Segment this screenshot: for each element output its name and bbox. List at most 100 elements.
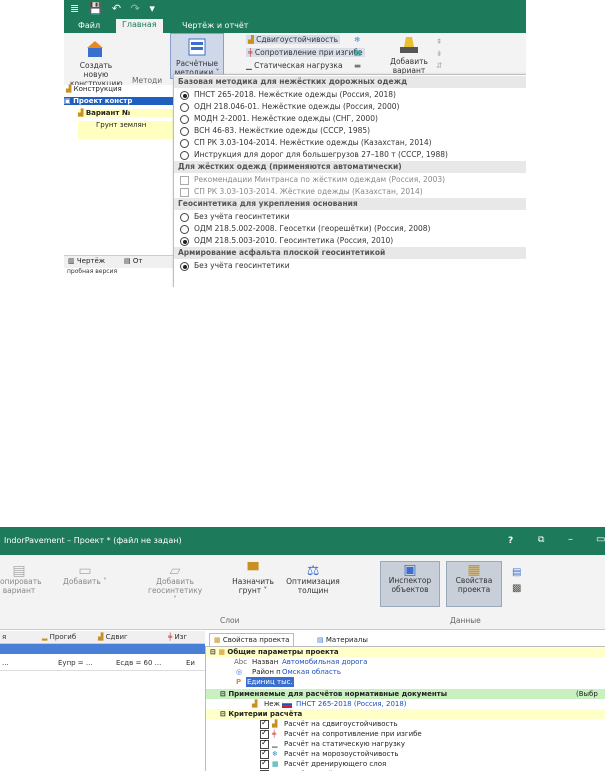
- menu-item[interactable]: ОДН 218.046-01. Нежёсткие одежды (Россия…: [174, 101, 526, 113]
- add-geosynthetic-button[interactable]: ▱ Добавить геосинтетику ˅: [148, 564, 202, 604]
- object-inspector-button[interactable]: ▣ Инспектор объектов: [380, 561, 440, 607]
- radio-button[interactable]: [180, 103, 189, 112]
- general-params-row[interactable]: ⊟ ▦ Общие параметры проекта: [206, 647, 605, 657]
- results-grid-row[interactable]: ... Eупр = ... Eсдв = 60 ... Еи: [0, 656, 205, 671]
- tab-materials[interactable]: ▤ Материалы: [317, 634, 368, 646]
- criteria-label: Расчёт на морозоустойчивость: [284, 750, 399, 758]
- units-label: Единиц: [246, 677, 276, 687]
- col-header-deflection: ▂ Прогиб: [42, 633, 76, 641]
- print-icon[interactable]: ▩: [512, 583, 521, 594]
- applied-norms-row[interactable]: ⊟ Применяемые для расчётов нормативные д…: [206, 689, 605, 699]
- shear-check-button[interactable]: ▟ Сдвигоустойчивость: [246, 35, 341, 44]
- radio-button[interactable]: [180, 213, 189, 222]
- app-icon[interactable]: ≣: [70, 2, 79, 15]
- select-norms-button[interactable]: (Выбр: [576, 689, 598, 699]
- project-props-button[interactable]: ▦ Свойства проекта: [446, 561, 502, 607]
- tab-project-props[interactable]: ▦ Свойства проекта: [209, 633, 295, 646]
- menu-item[interactable]: ПНСТ 265-2018. Нежёсткие одежды (Россия,…: [174, 89, 526, 101]
- undo-icon[interactable]: ↶: [112, 2, 121, 15]
- region-row[interactable]: ◎ Район п Омская область: [206, 667, 605, 677]
- menu-item[interactable]: Без учёта геосинтетики: [174, 260, 526, 272]
- assign-soil-button[interactable]: ▀ Назначить грунт ˅: [228, 564, 278, 595]
- radio-button[interactable]: [180, 225, 189, 234]
- selected-grid-row[interactable]: [0, 644, 205, 654]
- radio-button[interactable]: [180, 139, 189, 148]
- menu-item-label: СП РК 3.03-103-2014. Жёсткие одежды (Каз…: [194, 187, 423, 196]
- menu-item-label: Без учёта геосинтетики: [194, 261, 290, 270]
- tree-construction[interactable]: ▟ Конструкция: [66, 85, 122, 93]
- static-load-icon: ▁: [246, 61, 252, 70]
- layer-copy-icon[interactable]: ⇟: [436, 49, 442, 58]
- minimize-button[interactable]: –: [568, 534, 573, 545]
- drainage-icon[interactable]: ▦: [354, 48, 361, 57]
- name-value[interactable]: Автомобильная дорога: [282, 657, 367, 667]
- construction-icon: ▟: [66, 85, 72, 93]
- layer-up-icon[interactable]: ⇞: [436, 37, 442, 46]
- bending-check-button[interactable]: ╪ Сопротивление при изгибе: [246, 48, 365, 57]
- radio-button[interactable]: [180, 151, 189, 160]
- units-row[interactable]: P Единиц тыс.: [206, 677, 605, 687]
- criteria-item[interactable]: ▦ Расчёт дренирующего слоя: [206, 758, 605, 769]
- props-tab-icon: ▦: [214, 636, 221, 644]
- customize-icon[interactable]: ▾: [149, 2, 155, 15]
- tree-project[interactable]: ▣ Проект констр: [64, 97, 174, 105]
- optimize-thickness-label: Оптимизация толщин: [286, 577, 340, 595]
- radio-button[interactable]: [180, 127, 189, 136]
- tree-variant-label: Вариант №: [85, 109, 131, 117]
- variant-icon: [400, 37, 418, 53]
- menu-item-label: Без учёта геосинтетики: [194, 212, 290, 221]
- methods-icon: [188, 38, 206, 56]
- tab-home[interactable]: Главная: [116, 19, 163, 34]
- add-layer-button[interactable]: ▭ Добавить ˅: [62, 564, 108, 586]
- criteria-label: Расчёт на сдвигоустойчивость: [284, 720, 398, 728]
- tree-variant[interactable]: ▟ Вариант №: [78, 109, 174, 117]
- bottom-window: IndorPavement – Проект * (файл не задан)…: [0, 527, 605, 771]
- menu-item-label: ОДН 218.046-01. Нежёсткие одежды (Россия…: [194, 102, 400, 111]
- menu-item[interactable]: Инструкция для дорог для большегрузов 27…: [174, 149, 526, 161]
- rut-icon[interactable]: ▬: [354, 61, 361, 70]
- methods-dropdown: Базовая методика для нежёстких дорожных …: [173, 74, 526, 287]
- tab-drawing[interactable]: ▥ Чертёж: [68, 257, 105, 265]
- collapse-icon[interactable]: ⊟: [206, 710, 226, 718]
- static-load-button[interactable]: ▁ Статическая нагрузка: [246, 61, 343, 70]
- maximize-button[interactable]: ▭: [596, 534, 605, 545]
- collapse-icon[interactable]: ⊟: [206, 648, 216, 656]
- redo-icon[interactable]: ↷: [131, 2, 140, 15]
- radio-button[interactable]: [180, 237, 189, 246]
- calc-methods-button[interactable]: Расчётные методики ˅: [170, 33, 224, 79]
- criteria-checkbox[interactable]: [260, 758, 269, 769]
- radio-button[interactable]: [180, 91, 189, 100]
- menu-item-label: Инструкция для дорог для большегрузов 27…: [194, 150, 448, 159]
- norm-value[interactable]: ПНСТ 265-2018 (Россия, 2018): [296, 699, 407, 709]
- save-icon[interactable]: 💾: [89, 2, 103, 15]
- optimize-thickness-button[interactable]: ⚖ Оптимизация толщин: [284, 564, 342, 595]
- tab-drawing-report[interactable]: Чертёж и отчёт: [182, 21, 248, 30]
- menu-item[interactable]: ОДМ 218.5.002-2008. Геосетки (георешётки…: [174, 223, 526, 235]
- tab-report[interactable]: ▤ От: [124, 257, 142, 265]
- menu-item[interactable]: МОДН 2-2001. Нежёсткие одежды (СНГ, 2000…: [174, 113, 526, 125]
- restore-ribbon-button[interactable]: ⧉: [538, 535, 544, 545]
- norm-row[interactable]: ▟ Неж ПНСТ 265-2018 (Россия, 2018): [206, 699, 605, 709]
- trial-status: пробная версия: [64, 268, 174, 287]
- frost-icon[interactable]: ❄: [354, 35, 360, 44]
- copy-variant-button[interactable]: ▤ опировать вариант: [0, 564, 42, 595]
- units-value[interactable]: тыс.: [276, 677, 294, 687]
- add-variant-button[interactable]: Добавить вариант: [384, 35, 434, 75]
- menu-item[interactable]: ВСН 46-83. Нежёсткие одежды (СССР, 1985): [174, 125, 526, 137]
- radio-button[interactable]: [180, 262, 189, 271]
- name-row[interactable]: Abc Назван Автомобильная дорога: [206, 657, 605, 667]
- tree-construction-label: Конструкция: [73, 85, 122, 93]
- tab-file[interactable]: Файл: [78, 21, 100, 30]
- layer-move-icon[interactable]: ⇵: [436, 61, 442, 70]
- region-value[interactable]: Омская область: [282, 667, 341, 677]
- tree-soil[interactable]: Грунт землян: [78, 121, 174, 139]
- menu-item[interactable]: ОДМ 218.5.003-2010. Геосинтетика (Россия…: [174, 235, 526, 247]
- menu-item[interactable]: СП РК 3.03-104-2014. Нежёсткие одежды (К…: [174, 137, 526, 149]
- collapse-icon[interactable]: ⊟: [206, 690, 226, 698]
- radio-button[interactable]: [180, 115, 189, 124]
- help-button[interactable]: ?: [508, 536, 513, 546]
- project-props-label: Свойства проекта: [455, 576, 493, 594]
- menu-item[interactable]: Без учёта геосинтетики: [174, 211, 526, 223]
- assign-soil-label: Назначить грунт ˅: [232, 577, 274, 595]
- table-icon[interactable]: ▤: [512, 567, 521, 578]
